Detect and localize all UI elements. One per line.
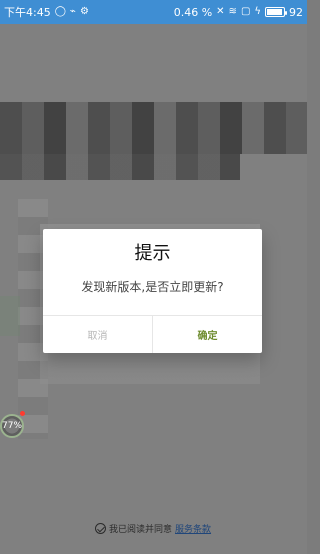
battery-percent: 92 (289, 5, 303, 19)
status-speed: 0.46 % (173, 5, 213, 19)
check-icon[interactable] (95, 522, 106, 534)
wifi-icon: ≋ (228, 6, 237, 17)
agreement-text: 我已阅读并同意 (109, 524, 173, 535)
debug-icon: ⚙ (79, 6, 89, 17)
terms-agreement[interactable]: 我已阅读并同意 服务条款 (95, 520, 211, 536)
background-mosaic-strip (0, 154, 240, 180)
floating-progress-text: 77% (2, 421, 23, 431)
battery-fill (267, 9, 282, 15)
charging-icon: ϟ (254, 6, 261, 17)
battery-icon (265, 7, 287, 17)
dialog-title: 提示 (134, 243, 171, 264)
chat-bubble-icon: ◯ (54, 6, 66, 17)
status-time: 下午4:45 (4, 6, 51, 19)
floating-progress-badge[interactable]: 77% (0, 414, 24, 438)
usb-icon: ⌁ (69, 6, 76, 17)
cancel-button[interactable]: 取消 (43, 315, 152, 353)
background-accent (0, 296, 20, 336)
nfc-icon: ▢ (240, 6, 251, 17)
update-dialog: 提示 发现新版本,是否立即更新? 取消 确定 (43, 229, 262, 353)
terms-link[interactable]: 服务条款 (175, 522, 211, 535)
dialog-message: 发现新版本,是否立即更新? (81, 280, 224, 294)
status-right: 0.46 % ✕ ≋ ▢ ϟ 92 (174, 6, 303, 19)
status-bar: 下午4:45 ◯ ⌁ ⚙ 0.46 % ✕ ≋ ▢ ϟ 92 (0, 0, 307, 24)
notification-dot (20, 411, 25, 416)
background-mosaic-banner (0, 102, 307, 154)
status-left: 下午4:45 ◯ ⌁ ⚙ (4, 4, 89, 20)
confirm-button[interactable]: 确定 (153, 315, 262, 353)
bluetooth-off-icon: ✕ (216, 6, 225, 17)
